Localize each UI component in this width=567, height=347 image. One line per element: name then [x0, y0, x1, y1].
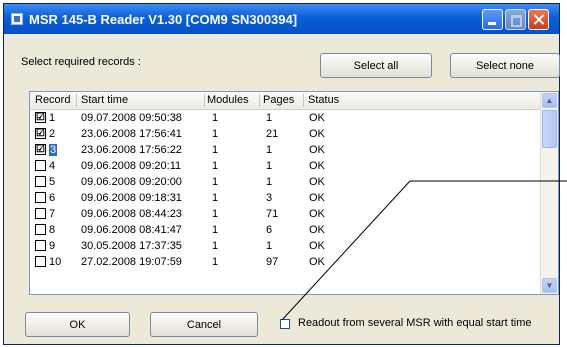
title-bar[interactable]: MSR 145-B Reader V1.30 [COM9 SN300394] [4, 4, 559, 34]
record-checkbox[interactable] [35, 176, 46, 187]
column-header-start-time[interactable]: Start time [81, 94, 128, 106]
record-status: OK [309, 128, 325, 140]
record-status: OK [309, 208, 325, 220]
record-modules: 1 [212, 144, 219, 156]
table-row[interactable]: ☑ 2 23.06.2008 17:56:41 1 21 OK [30, 127, 540, 142]
record-start-time: 30.05.2008 17:37:35 [81, 240, 182, 252]
table-row[interactable]: 10 27.02.2008 19:07:59 1 97 OK [30, 255, 540, 270]
record-number-selected: 3 [49, 144, 58, 156]
table-row[interactable]: ☑ 3 23.06.2008 17:56:22 1 1 OK [30, 143, 540, 158]
record-pages: 71 [266, 208, 279, 220]
record-modules: 1 [212, 128, 219, 140]
record-pages: 1 [266, 240, 273, 252]
record-checkbox[interactable] [35, 192, 46, 203]
record-start-time: 09.07.2008 09:50:38 [81, 112, 182, 124]
record-checkbox[interactable] [35, 208, 46, 219]
record-status: OK [309, 192, 325, 204]
table-row[interactable]: 6 09.06.2008 09:18:31 1 3 OK [30, 191, 540, 206]
window-title: MSR 145-B Reader V1.30 [COM9 SN300394] [29, 12, 298, 27]
record-number: 2 [49, 128, 56, 140]
record-number: 7 [49, 208, 56, 220]
record-modules: 1 [212, 240, 219, 252]
record-status: OK [309, 256, 325, 268]
record-modules: 1 [212, 160, 219, 172]
table-row[interactable]: 7 09.06.2008 08:44:23 1 71 OK [30, 207, 540, 222]
record-start-time: 09.06.2008 08:44:23 [81, 208, 182, 220]
record-status: OK [309, 240, 325, 252]
select-prompt: Select required records : [21, 56, 141, 68]
record-checkbox[interactable] [35, 160, 46, 171]
column-separator[interactable] [204, 94, 205, 107]
record-checkbox[interactable] [35, 240, 46, 251]
table-row[interactable]: 4 09.06.2008 09:20:11 1 1 OK [30, 159, 540, 174]
select-none-button[interactable]: Select none [450, 53, 560, 78]
record-number: 10 [49, 256, 62, 268]
record-checkbox[interactable]: ☑ [35, 144, 46, 155]
maximize-icon [505, 9, 526, 30]
table-row[interactable]: 5 09.06.2008 09:20:00 1 1 OK [30, 175, 540, 190]
records-list[interactable]: Record Start time Modules Pages Status ☑… [29, 91, 559, 295]
record-pages: 1 [266, 176, 273, 188]
list-header: Record Start time Modules Pages Status [30, 92, 540, 110]
record-checkbox[interactable] [35, 256, 46, 267]
scroll-thumb[interactable] [542, 110, 557, 148]
record-status: OK [309, 176, 325, 188]
record-pages: 1 [266, 160, 273, 172]
select-all-button[interactable]: Select all [320, 53, 432, 78]
record-modules: 1 [212, 192, 219, 204]
record-modules: 1 [212, 256, 219, 268]
record-status: OK [309, 160, 325, 172]
record-start-time: 23.06.2008 17:56:41 [81, 128, 182, 140]
record-pages: 1 [266, 144, 273, 156]
table-row[interactable]: 9 30.05.2008 17:37:35 1 1 OK [30, 239, 540, 254]
column-separator[interactable] [259, 94, 260, 107]
column-header-modules[interactable]: Modules [207, 94, 249, 106]
minimize-icon[interactable] [482, 9, 503, 30]
column-header-status[interactable]: Status [308, 94, 339, 106]
readout-equal-start-checkbox[interactable] [280, 319, 290, 329]
vertical-scrollbar[interactable]: ▲ ▼ [540, 92, 558, 294]
record-status: OK [309, 224, 325, 236]
record-modules: 1 [212, 112, 219, 124]
record-number: 5 [49, 176, 56, 188]
record-number: 8 [49, 224, 56, 236]
column-header-pages[interactable]: Pages [263, 94, 294, 106]
record-start-time: 09.06.2008 09:18:31 [81, 192, 182, 204]
record-number: 6 [49, 192, 56, 204]
scroll-down-icon[interactable]: ▼ [542, 278, 557, 293]
column-header-record[interactable]: Record [35, 94, 70, 106]
record-checkbox[interactable] [35, 224, 46, 235]
dialog-window: MSR 145-B Reader V1.30 [COM9 SN300394] S… [3, 3, 560, 345]
close-icon[interactable] [528, 9, 549, 30]
record-checkbox[interactable]: ☑ [35, 128, 46, 139]
record-number: 1 [49, 112, 56, 124]
record-start-time: 09.06.2008 08:41:47 [81, 224, 182, 236]
record-status: OK [309, 144, 325, 156]
record-status: OK [309, 112, 325, 124]
record-pages: 21 [266, 128, 279, 140]
record-number: 4 [49, 160, 56, 172]
record-checkbox[interactable]: ☑ [35, 112, 46, 123]
record-pages: 97 [266, 256, 279, 268]
cancel-button[interactable]: Cancel [150, 312, 258, 337]
record-number: 9 [49, 240, 56, 252]
record-start-time: 09.06.2008 09:20:00 [81, 176, 182, 188]
table-row[interactable]: 8 09.06.2008 08:41:47 1 6 OK [30, 223, 540, 238]
table-row[interactable]: ☑ 1 09.07.2008 09:50:38 1 1 OK [30, 111, 540, 126]
app-icon [11, 13, 23, 25]
ok-button[interactable]: OK [25, 312, 130, 337]
scroll-up-icon[interactable]: ▲ [542, 93, 557, 108]
record-modules: 1 [212, 176, 219, 188]
readout-equal-start-label[interactable]: Readout from several MSR with equal star… [298, 317, 532, 329]
record-start-time: 23.06.2008 17:56:22 [81, 144, 182, 156]
record-pages: 3 [266, 192, 273, 204]
record-start-time: 27.02.2008 19:07:59 [81, 256, 182, 268]
record-pages: 1 [266, 112, 273, 124]
record-modules: 1 [212, 224, 219, 236]
record-pages: 6 [266, 224, 273, 236]
record-start-time: 09.06.2008 09:20:11 [81, 160, 182, 172]
record-modules: 1 [212, 208, 219, 220]
column-separator[interactable] [76, 94, 77, 107]
column-separator[interactable] [303, 94, 304, 107]
